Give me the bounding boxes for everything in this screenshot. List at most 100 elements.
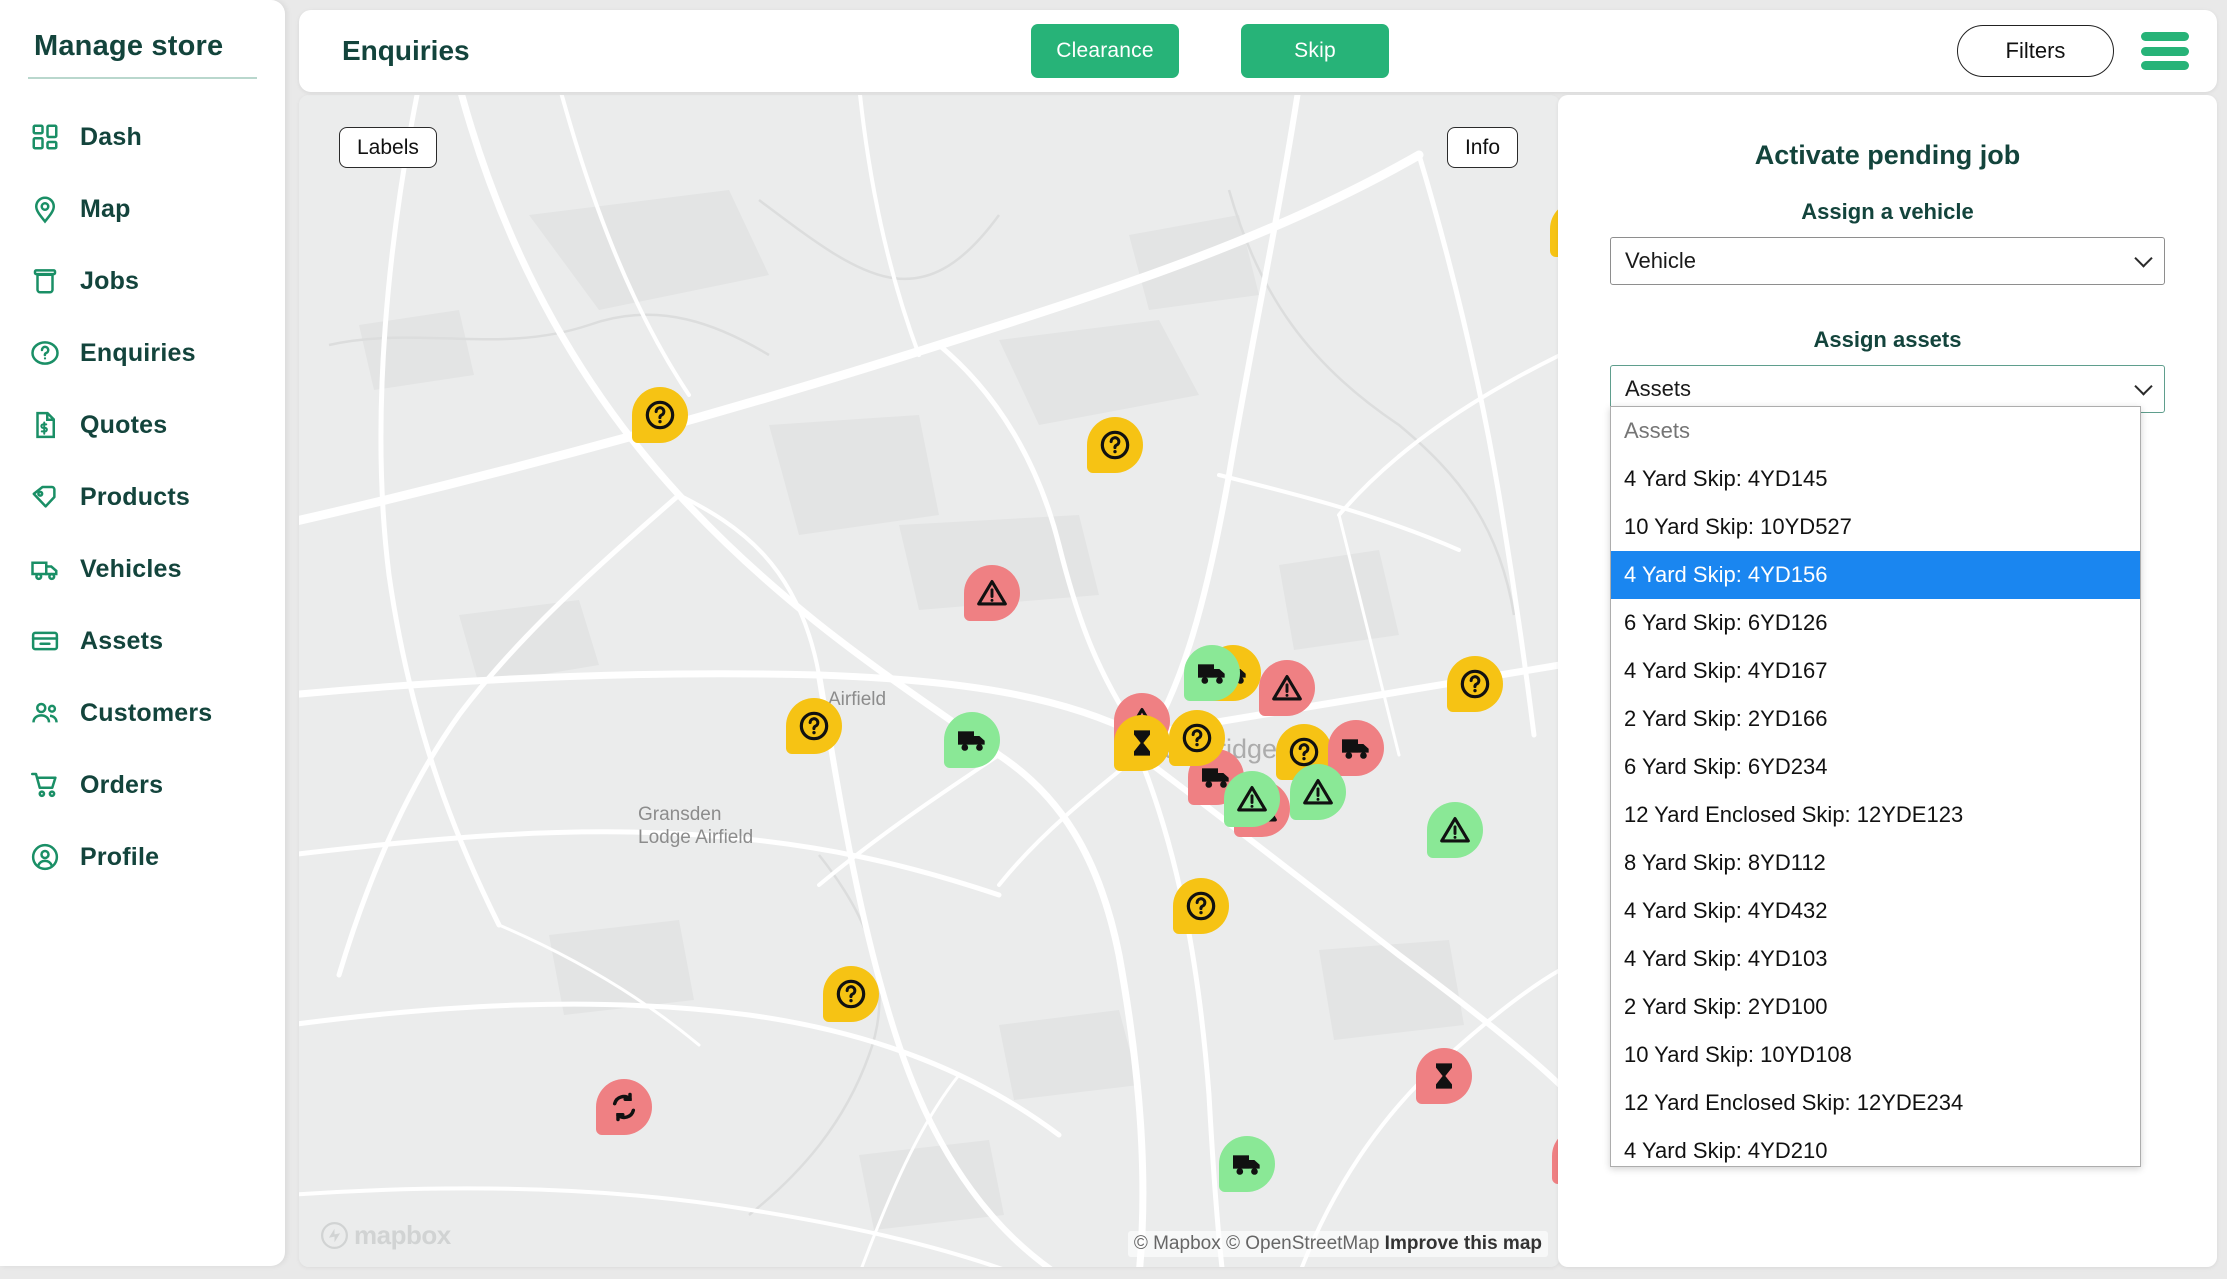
clearance-button[interactable]: Clearance — [1031, 24, 1179, 78]
sidebar-item-orders[interactable]: Orders — [0, 749, 285, 821]
map-marker-warning[interactable] — [1427, 802, 1483, 858]
sidebar-item-profile[interactable]: Profile — [0, 821, 285, 893]
sidebar-item-label: Vehicles — [80, 554, 182, 583]
sidebar-item-enquiries[interactable]: Enquiries — [0, 317, 285, 389]
map-marker-warning[interactable] — [1290, 764, 1346, 820]
question-icon — [1185, 890, 1217, 922]
map-labels-button[interactable]: Labels — [339, 127, 437, 168]
map-attribution: © Mapbox © OpenStreetMap Improve this ma… — [1127, 1231, 1548, 1257]
sidebar-title: Manage store — [28, 22, 257, 79]
map-marker-truck[interactable] — [1219, 1136, 1275, 1192]
question-icon — [1459, 668, 1491, 700]
truck-icon — [30, 554, 60, 584]
map-marker-question[interactable] — [786, 698, 842, 754]
people-icon — [30, 698, 60, 728]
sidebar-item-label: Jobs — [80, 266, 140, 295]
assets-option[interactable]: 12 Yard Enclosed Skip: 12YDE234 — [1611, 1079, 2140, 1127]
map-marker-question[interactable] — [632, 387, 688, 443]
assets-option[interactable]: 8 Yard Skip: 8YD112 — [1611, 839, 2140, 887]
hamburger-bar — [2141, 46, 2189, 56]
map-attribution-text: © Mapbox © OpenStreetMap — [1133, 1233, 1385, 1254]
assets-option[interactable]: 12 Yard Enclosed Skip: 12YDE123 — [1611, 791, 2140, 839]
map-marker-question[interactable] — [1447, 656, 1503, 712]
top-bar: Enquiries Clearance Skip Filters — [299, 10, 2217, 92]
sidebar-item-label: Profile — [80, 842, 160, 871]
map-pin-icon — [30, 194, 60, 224]
question-icon — [644, 399, 676, 431]
question-icon — [798, 710, 830, 742]
cart-icon — [30, 770, 60, 800]
map-marker-question[interactable] — [1169, 710, 1225, 766]
truck-icon — [1196, 657, 1228, 689]
assets-option[interactable]: 2 Yard Skip: 2YD100 — [1611, 983, 2140, 1031]
map-marker-warning[interactable] — [1259, 660, 1315, 716]
assets-option[interactable]: 4 Yard Skip: 4YD167 — [1611, 647, 2140, 695]
map-marker-warning[interactable] — [1224, 771, 1280, 827]
map-panel[interactable]: Labels Info Airfield Gransden Lodge Airfi… — [299, 95, 1560, 1267]
sidebar: Manage store Dash Map Jobs Enquiries Quotes P… — [0, 0, 285, 1266]
sidebar-item-label: Customers — [80, 698, 213, 727]
panel-title: Activate pending job — [1754, 140, 2021, 170]
assets-option[interactable]: 4 Yard Skip: 4YD210 — [1611, 1127, 2140, 1166]
map-marker-exchange[interactable] — [596, 1079, 652, 1135]
map-marker-warning[interactable] — [964, 565, 1020, 621]
warning-icon — [976, 577, 1008, 609]
map-canvas[interactable] — [299, 95, 1560, 1267]
assets-option[interactable]: 4 Yard Skip: 4YD156 — [1611, 551, 2140, 599]
mapbox-logo-text: mapbox — [354, 1220, 451, 1250]
map-marker-truck[interactable] — [944, 712, 1000, 768]
assets-option-placeholder[interactable]: Assets — [1611, 407, 2140, 455]
map-marker-question[interactable] — [1087, 417, 1143, 473]
vehicle-field-label: Assign a vehicle — [1801, 199, 1974, 224]
sidebar-item-label: Orders — [80, 770, 164, 799]
assets-option[interactable]: 4 Yard Skip: 4YD103 — [1611, 935, 2140, 983]
map-marker-question[interactable] — [823, 966, 879, 1022]
sidebar-item-assets[interactable]: Assets — [0, 605, 285, 677]
sidebar-item-quotes[interactable]: Quotes — [0, 389, 285, 461]
assets-option[interactable]: 4 Yard Skip: 4YD145 — [1611, 455, 2140, 503]
vehicle-field-group: Assign a vehicle Vehicle — [1610, 199, 2165, 285]
assets-dropdown-list[interactable]: Assets 4 Yard Skip: 4YD145 10 Yard Skip: 1… — [1610, 406, 2141, 1167]
question-icon — [1099, 429, 1131, 461]
assets-option[interactable]: 10 Yard Skip: 10YD527 — [1611, 503, 2140, 551]
container-icon — [30, 626, 60, 656]
assets-field-label: Assign assets — [1813, 327, 1962, 352]
sidebar-nav: Dash Map Jobs Enquiries Quotes Products Vehicl… — [0, 101, 285, 893]
sidebar-item-map[interactable]: Map — [0, 173, 285, 245]
question-icon — [1181, 722, 1213, 754]
hamburger-bar — [2141, 32, 2189, 41]
assets-option[interactable]: 10 Yard Skip: 10YD108 — [1611, 1031, 2140, 1079]
assets-option[interactable]: 4 Yard Skip: 4YD432 — [1611, 887, 2140, 935]
chevron-down-icon — [2134, 249, 2153, 268]
map-marker-hourglass[interactable] — [1114, 715, 1170, 771]
sidebar-item-jobs[interactable]: Jobs — [0, 245, 285, 317]
assets-option[interactable]: 6 Yard Skip: 6YD126 — [1611, 599, 2140, 647]
sidebar-item-label: Products — [80, 482, 190, 511]
hamburger-menu-icon[interactable] — [2141, 32, 2189, 70]
sidebar-item-label: Enquiries — [80, 338, 196, 367]
sidebar-item-customers[interactable]: Customers — [0, 677, 285, 749]
map-marker-question[interactable] — [1173, 878, 1229, 934]
improve-this-map-link[interactable]: Improve this map — [1385, 1233, 1542, 1254]
page-title: Enquiries — [342, 35, 470, 66]
warning-icon — [1271, 672, 1303, 704]
hamburger-bar — [2141, 61, 2189, 70]
filters-button[interactable]: Filters — [1957, 25, 2114, 77]
hourglass-icon — [1126, 727, 1158, 759]
map-marker-truck[interactable] — [1328, 720, 1384, 776]
skip-button[interactable]: Skip — [1241, 24, 1389, 78]
exchange-icon — [608, 1091, 640, 1123]
chevron-down-icon — [2134, 377, 2153, 396]
assets-option[interactable]: 6 Yard Skip: 6YD234 — [1611, 743, 2140, 791]
vehicle-select[interactable]: Vehicle — [1610, 237, 2165, 285]
mapbox-logo: mapbox — [321, 1220, 451, 1251]
vehicle-select-value: Vehicle — [1625, 248, 1696, 273]
mapbox-mark-icon — [321, 1222, 348, 1249]
sidebar-item-vehicles[interactable]: Vehicles — [0, 533, 285, 605]
sidebar-item-products[interactable]: Products — [0, 461, 285, 533]
map-info-button[interactable]: Info — [1446, 127, 1518, 168]
assets-option[interactable]: 2 Yard Skip: 2YD166 — [1611, 695, 2140, 743]
sidebar-item-dash[interactable]: Dash — [0, 101, 285, 173]
map-marker-hourglass[interactable] — [1416, 1048, 1472, 1104]
map-marker-truck[interactable] — [1184, 645, 1240, 701]
